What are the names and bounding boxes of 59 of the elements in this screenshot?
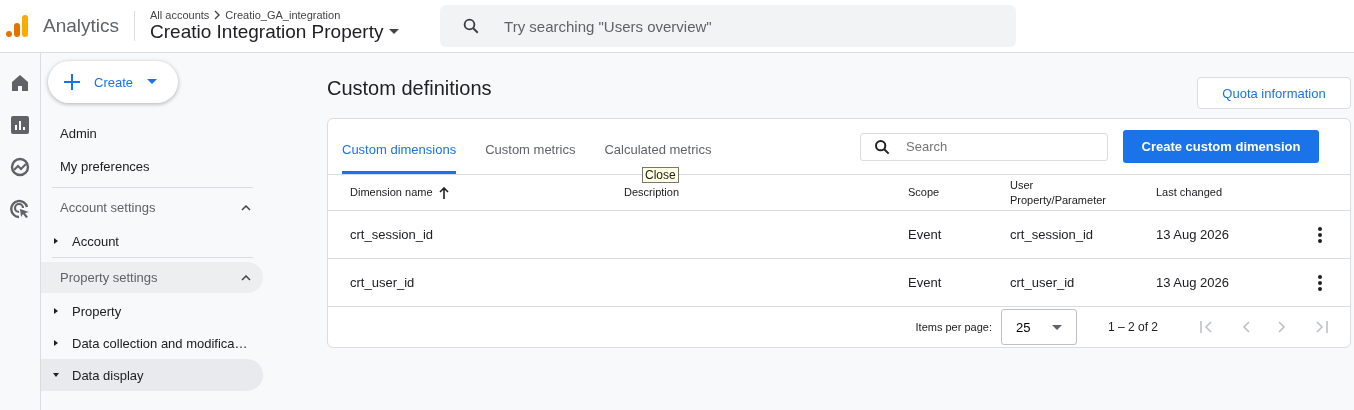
home-icon[interactable] — [11, 74, 29, 92]
create-custom-dimension-button[interactable]: Create custom dimension — [1123, 130, 1319, 163]
chevron-icon — [241, 274, 251, 281]
sidebar-item[interactable]: Property — [41, 295, 263, 327]
sidebar-item[interactable]: Data collection and modifica… — [41, 327, 263, 359]
quota-information-button[interactable]: Quota information — [1197, 77, 1351, 109]
product-name: Analytics — [43, 15, 120, 37]
column-header[interactable]: Last changed — [1156, 185, 1223, 200]
plus-icon — [64, 74, 80, 90]
tab[interactable]: Custom metrics — [485, 119, 576, 174]
breadcrumb-link[interactable]: All accounts — [150, 9, 210, 21]
column-header[interactable]: Description — [624, 185, 680, 200]
table-cell: crt_session_id — [1010, 227, 1094, 242]
create-button[interactable]: Create — [48, 61, 178, 103]
table-cell: crt_user_id — [350, 275, 415, 290]
tooltip: Close — [642, 167, 679, 183]
triangle-icon — [53, 372, 59, 378]
tab[interactable]: Custom dimensions — [342, 119, 457, 174]
triangle-icon — [53, 308, 59, 314]
column-header[interactable]: User Property/Parameter — [1010, 177, 1110, 208]
sidebar-item[interactable]: Admin — [41, 121, 263, 154]
bar-chart-logo-icon — [5, 14, 29, 38]
column-header[interactable]: Dimension name — [350, 185, 449, 200]
search-icon — [874, 138, 890, 155]
table-cell: Event — [908, 227, 942, 242]
table-cell: crt_session_id — [350, 227, 434, 242]
column-header[interactable]: Scope — [908, 185, 940, 200]
section-header[interactable]: Account settings — [41, 192, 263, 223]
search-input[interactable]: Try searching "Users overview" — [502, 16, 957, 36]
table-cell: crt_user_id — [1010, 275, 1075, 290]
more-options-icon[interactable] — [1318, 226, 1322, 243]
page-title: Custom definitions — [327, 76, 492, 100]
sidebar-item[interactable]: Account — [41, 225, 263, 257]
trend-circle-icon[interactable] — [10, 157, 30, 177]
breadcrumb-link[interactable]: Creatio_GA_integration — [225, 9, 341, 21]
page-size-dropdown[interactable]: 25 — [1000, 309, 1077, 345]
table-cell: Event — [908, 275, 942, 290]
caret-icon — [1051, 324, 1062, 330]
sidebar-item[interactable]: Data display — [41, 359, 263, 391]
chevron-right-icon — [213, 10, 222, 20]
triangle-icon — [53, 238, 59, 244]
caret-icon — [147, 79, 158, 85]
section-header[interactable]: Property settings — [41, 262, 263, 293]
triangle-icon — [53, 340, 59, 346]
more-options-icon[interactable] — [1318, 274, 1322, 291]
page-range: 1 – 2 of 2 — [1107, 320, 1158, 334]
search-field[interactable]: Try searching "Users overview" — [440, 5, 1017, 47]
arrow-up-icon — [438, 186, 449, 199]
target-cursor-icon[interactable] — [10, 199, 30, 219]
search-icon — [462, 17, 481, 35]
chevron-icon — [241, 204, 251, 211]
caret-icon — [389, 29, 400, 35]
items-per-page-label: Items per page: — [915, 321, 992, 333]
search-field[interactable]: Search — [860, 132, 1108, 161]
property-selector[interactable]: Creatio Integration Property — [150, 21, 426, 43]
bar-chart-icon[interactable] — [11, 116, 29, 134]
table-cell: 13 Aug 2026 — [1156, 227, 1230, 242]
table-cell: 13 Aug 2026 — [1156, 275, 1230, 290]
sidebar-item[interactable]: My preferences — [41, 154, 263, 187]
